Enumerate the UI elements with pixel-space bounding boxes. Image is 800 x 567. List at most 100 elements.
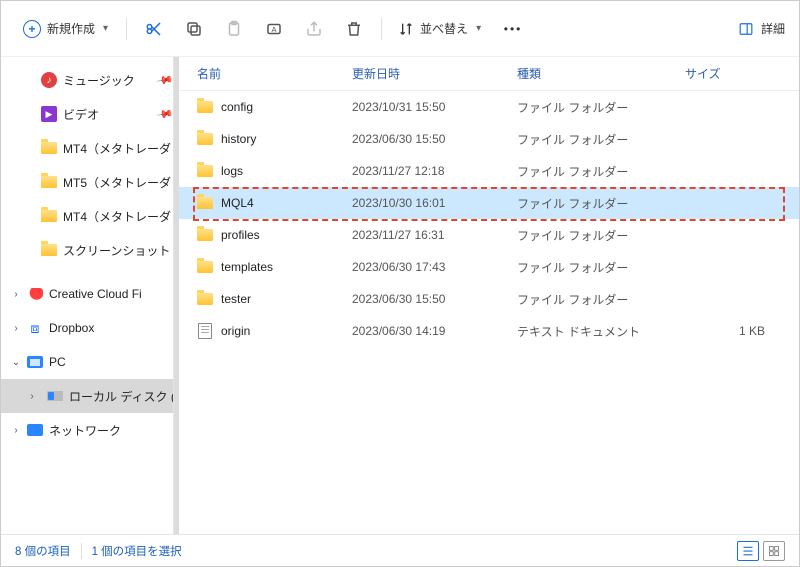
file-type: ファイル フォルダー [517, 227, 685, 244]
file-name: MQL4 [221, 196, 254, 210]
folder-icon [197, 195, 213, 211]
sort-button[interactable]: 並べ替え ▾ [392, 16, 487, 41]
folder-icon [197, 131, 213, 147]
sidebar-item-music[interactable]: ♪ ミュージック 📌 [1, 63, 179, 97]
file-date: 2023/06/30 14:19 [352, 324, 517, 338]
svg-text:A: A [272, 25, 277, 34]
file-row[interactable]: tester2023/06/30 15:50ファイル フォルダー [179, 283, 799, 315]
sidebar-item-label: ビデオ [63, 106, 99, 123]
separator [81, 543, 82, 559]
file-row[interactable]: history2023/06/30 15:50ファイル フォルダー [179, 123, 799, 155]
chevron-right-icon: › [9, 289, 23, 300]
column-headers: 名前 更新日時 種類 サイズ [179, 57, 799, 91]
grid-icon [768, 545, 780, 557]
sidebar-item-mt4b[interactable]: MT4（メタトレーダ [1, 199, 179, 233]
file-type: ファイル フォルダー [517, 195, 685, 212]
file-date: 2023/11/27 16:31 [352, 228, 517, 242]
share-button [297, 12, 331, 46]
paste-button [217, 12, 251, 46]
details-pane-icon [737, 22, 755, 36]
spacer [1, 267, 179, 277]
sidebar-item-dropbox[interactable]: › ⧈ Dropbox [1, 311, 179, 345]
chevron-right-icon: › [25, 391, 39, 402]
sort-button-label: 並べ替え [420, 20, 468, 37]
toolbar: + 新規作成 ▾ A 並べ替え ▾ ••• [1, 1, 799, 57]
file-row[interactable]: templates 2023/06/30 17:43ファイル フォルダー [179, 251, 799, 283]
navigation-pane: ♪ ミュージック 📌 ▶ ビデオ 📌 MT4（メタトレーダ MT5（メタトレーダ… [1, 57, 179, 534]
copy-button[interactable] [177, 12, 211, 46]
file-date: 2023/10/31 15:50 [352, 100, 517, 114]
file-row[interactable]: logs 2023/11/27 12:18ファイル フォルダー [179, 155, 799, 187]
cut-button[interactable] [137, 12, 171, 46]
sidebar-item-label: MT4（メタトレーダ [63, 208, 171, 225]
scissors-icon [145, 20, 163, 38]
file-size: 1 KB [685, 324, 765, 338]
file-row[interactable]: profiles 2023/11/27 16:31ファイル フォルダー [179, 219, 799, 251]
column-header-size[interactable]: サイズ [685, 65, 765, 82]
body: ♪ ミュージック 📌 ▶ ビデオ 📌 MT4（メタトレーダ MT5（メタトレーダ… [1, 57, 799, 534]
file-name: history [221, 132, 256, 146]
network-icon [27, 422, 43, 438]
sidebar-item-local-disk[interactable]: › ローカル ディスク ( [1, 379, 179, 413]
folder-icon [41, 174, 57, 190]
file-row[interactable]: config 2023/10/31 15:50ファイル フォルダー [179, 91, 799, 123]
sidebar-item-label: Dropbox [49, 321, 94, 335]
folder-icon [197, 291, 213, 307]
dropbox-icon: ⧈ [27, 320, 43, 336]
new-button-label: 新規作成 [47, 20, 95, 37]
file-row[interactable]: MQL42023/10/30 16:01ファイル フォルダー [179, 187, 799, 219]
file-row[interactable]: origin 2023/06/30 14:19テキスト ドキュメント1 KB [179, 315, 799, 347]
rename-button[interactable]: A [257, 12, 291, 46]
sidebar-item-label: スクリーンショット [63, 242, 170, 259]
column-header-name[interactable]: 名前 [197, 65, 352, 82]
sidebar-item-mt4a[interactable]: MT4（メタトレーダ [1, 131, 179, 165]
sidebar-item-label: ミュージック [63, 72, 135, 89]
file-type: ファイル フォルダー [517, 99, 685, 116]
explorer-window: + 新規作成 ▾ A 並べ替え ▾ ••• [0, 0, 800, 567]
folder-icon [41, 242, 57, 258]
file-name: origin [221, 324, 250, 338]
file-icon [197, 323, 213, 339]
file-name: profiles [221, 228, 260, 242]
details-pane-button[interactable]: 詳細 [737, 20, 785, 37]
sidebar-item-mt5[interactable]: MT5（メタトレーダ [1, 165, 179, 199]
folder-icon [197, 163, 213, 179]
plus-icon: + [23, 20, 41, 38]
sidebar-item-creative-cloud[interactable]: › Creative Cloud Fi [1, 277, 179, 311]
status-item-count: 8 個の項目 [15, 543, 71, 559]
more-button[interactable]: ••• [493, 22, 533, 36]
folder-icon [197, 99, 213, 115]
folder-icon [197, 259, 213, 275]
file-name: logs [221, 164, 243, 178]
new-button[interactable]: + 新規作成 ▾ [15, 16, 116, 42]
pc-icon [27, 354, 43, 370]
file-name: config [221, 100, 253, 114]
file-type: テキスト ドキュメント [517, 323, 685, 340]
chevron-down-icon: ▾ [103, 23, 108, 34]
status-selection: 1 個の項目を選択 [92, 543, 182, 559]
view-mode-buttons [737, 541, 785, 561]
chevron-right-icon: › [9, 323, 23, 334]
view-details-button[interactable] [737, 541, 759, 561]
clipboard-icon [225, 20, 243, 38]
sidebar-item-network[interactable]: › ネットワーク [1, 413, 179, 447]
file-name: templates [221, 260, 273, 274]
sort-icon [398, 21, 414, 37]
file-type: ファイル フォルダー [517, 163, 685, 180]
sidebar-item-pc[interactable]: ⌄ PC [1, 345, 179, 379]
list-icon [742, 545, 754, 557]
file-type: ファイル フォルダー [517, 259, 685, 276]
view-thumbnails-button[interactable] [763, 541, 785, 561]
sidebar-item-screenshot[interactable]: スクリーンショット [1, 233, 179, 267]
music-icon: ♪ [41, 72, 57, 88]
sidebar-item-video[interactable]: ▶ ビデオ 📌 [1, 97, 179, 131]
file-type: ファイル フォルダー [517, 291, 685, 308]
delete-button[interactable] [337, 12, 371, 46]
file-name: tester [221, 292, 251, 306]
toolbar-separator [381, 18, 382, 40]
file-date: 2023/06/30 17:43 [352, 260, 517, 274]
column-header-type[interactable]: 種類 [517, 65, 685, 82]
file-date: 2023/11/27 12:18 [352, 164, 517, 178]
column-header-date[interactable]: 更新日時 [352, 65, 517, 82]
folder-icon [41, 208, 57, 224]
